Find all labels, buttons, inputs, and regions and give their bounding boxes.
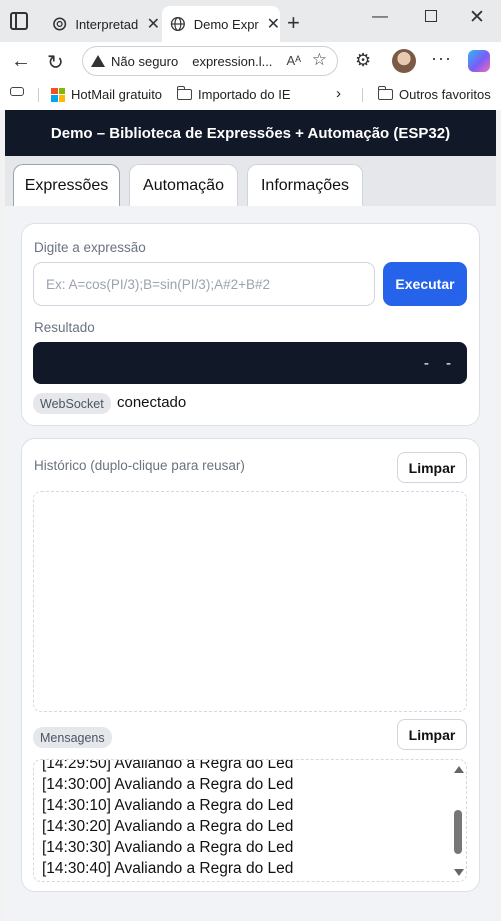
favorite-imported[interactable]: Importado do IE [177,86,291,102]
close-window-icon[interactable]: ✕ [469,6,485,29]
clear-history-button[interactable]: Limpar [397,452,467,483]
chatgpt-icon [53,17,67,31]
close-tab-icon[interactable]: ✕ [267,14,280,34]
globe-icon [170,16,185,32]
tab-automacao[interactable]: Automação [129,164,238,206]
clear-messages-button[interactable]: Limpar [397,719,467,750]
message-line: [14:30:10] Avaliando a Regra do Led [42,797,294,814]
browser-tab-interpretador[interactable]: Interpretad ✕ [44,6,160,42]
scroll-down-icon[interactable] [454,869,464,876]
divider [38,88,39,102]
new-tab-icon[interactable]: + [287,10,300,36]
websocket-badge: WebSocket [33,393,111,414]
back-icon[interactable]: ← [11,50,31,73]
tab-expressoes[interactable]: Expressões [13,164,120,206]
folder-icon [177,86,192,100]
message-line: [14:30:40] Avaliando a Regra do Led [42,860,294,877]
messages-badge: Mensagens [33,727,112,748]
tab-title: Demo Expr [193,16,259,32]
app-header: Demo – Biblioteca de Expressões + Automa… [5,110,496,156]
minimize-icon[interactable]: — [372,8,388,26]
history-card: Histórico (duplo-clique para reusar) Lim… [21,438,480,892]
address-bar: ← ↻ Não seguro expression.l... Aᴬ ☆ ⚙ ··… [0,42,501,80]
divider [362,88,363,102]
warning-icon [91,55,105,67]
messages-log[interactable]: [14:29:50] Avaliando a Regra do Led [14:… [33,759,467,882]
history-label: Histórico (duplo-clique para reusar) [34,458,245,473]
result-display: - - [33,342,467,384]
read-aloud-icon[interactable]: Aᴬ [286,53,301,68]
profile-avatar[interactable] [392,49,416,73]
favorites-bar: HotMail gratuito Importado do IE › Outro… [0,80,501,110]
execute-button[interactable]: Executar [383,262,467,306]
history-list[interactable] [33,491,467,712]
websocket-status: conectado [117,394,187,411]
app-tabs: Expressões Automação Informações [5,156,496,206]
message-line: [14:30:20] Avaliando a Regra do Led [42,818,294,835]
favorite-label: Outros favoritos [399,87,491,102]
app-title: Demo – Biblioteca de Expressões + Automa… [50,124,451,142]
messages-lines: [14:29:50] Avaliando a Regra do Led [14:… [42,759,294,879]
message-line: [14:30:00] Avaliando a Regra do Led [42,776,294,793]
messages-scrollbar[interactable] [451,762,465,880]
maximize-icon[interactable] [425,10,437,22]
app-content: Expressões Automação Informações Digite … [5,156,496,921]
tab-actions-icon[interactable] [10,12,28,30]
browser-tab-strip: Interpretad ✕ Demo Expr ✕ + — ✕ [0,0,501,42]
reading-list-icon[interactable] [10,87,24,96]
url-text[interactable]: expression.l... [192,54,272,69]
close-tab-icon[interactable]: ✕ [147,14,160,34]
expression-label: Digite a expressão [34,240,146,255]
result-label: Resultado [34,320,95,335]
browser-tab-demo[interactable]: Demo Expr ✕ [162,6,280,42]
refresh-icon[interactable]: ↻ [47,50,64,75]
extensions-icon[interactable]: ⚙ [355,50,371,71]
favorite-star-icon[interactable]: ☆ [312,50,327,70]
microsoft-icon [51,87,65,102]
copilot-icon[interactable] [468,50,490,72]
message-line: [14:30:30] Avaliando a Regra do Led [42,839,294,856]
favorite-label: HotMail gratuito [71,87,163,102]
favorite-label: Importado do IE [198,87,291,102]
message-line: [14:29:50] Avaliando a Regra do Led [42,759,294,772]
security-label[interactable]: Não seguro [111,54,178,69]
favorite-others[interactable]: Outros favoritos [378,86,491,102]
scroll-up-icon[interactable] [454,766,464,773]
folder-icon [378,86,393,100]
more-options-icon[interactable]: ··· [431,48,452,69]
tab-title: Interpretad [75,16,139,32]
url-field[interactable]: Não seguro expression.l... Aᴬ ☆ [82,46,338,76]
expression-input[interactable]: Ex: A=cos(PI/3);B=sin(PI/3);A#2+B#2 [33,262,375,306]
expression-card: Digite a expressão Ex: A=cos(PI/3);B=sin… [21,223,480,426]
chevron-right-icon[interactable]: › [336,85,341,102]
tab-informacoes[interactable]: Informações [247,164,363,206]
scroll-thumb[interactable] [454,810,462,854]
favorite-hotmail[interactable]: HotMail gratuito [51,87,162,102]
